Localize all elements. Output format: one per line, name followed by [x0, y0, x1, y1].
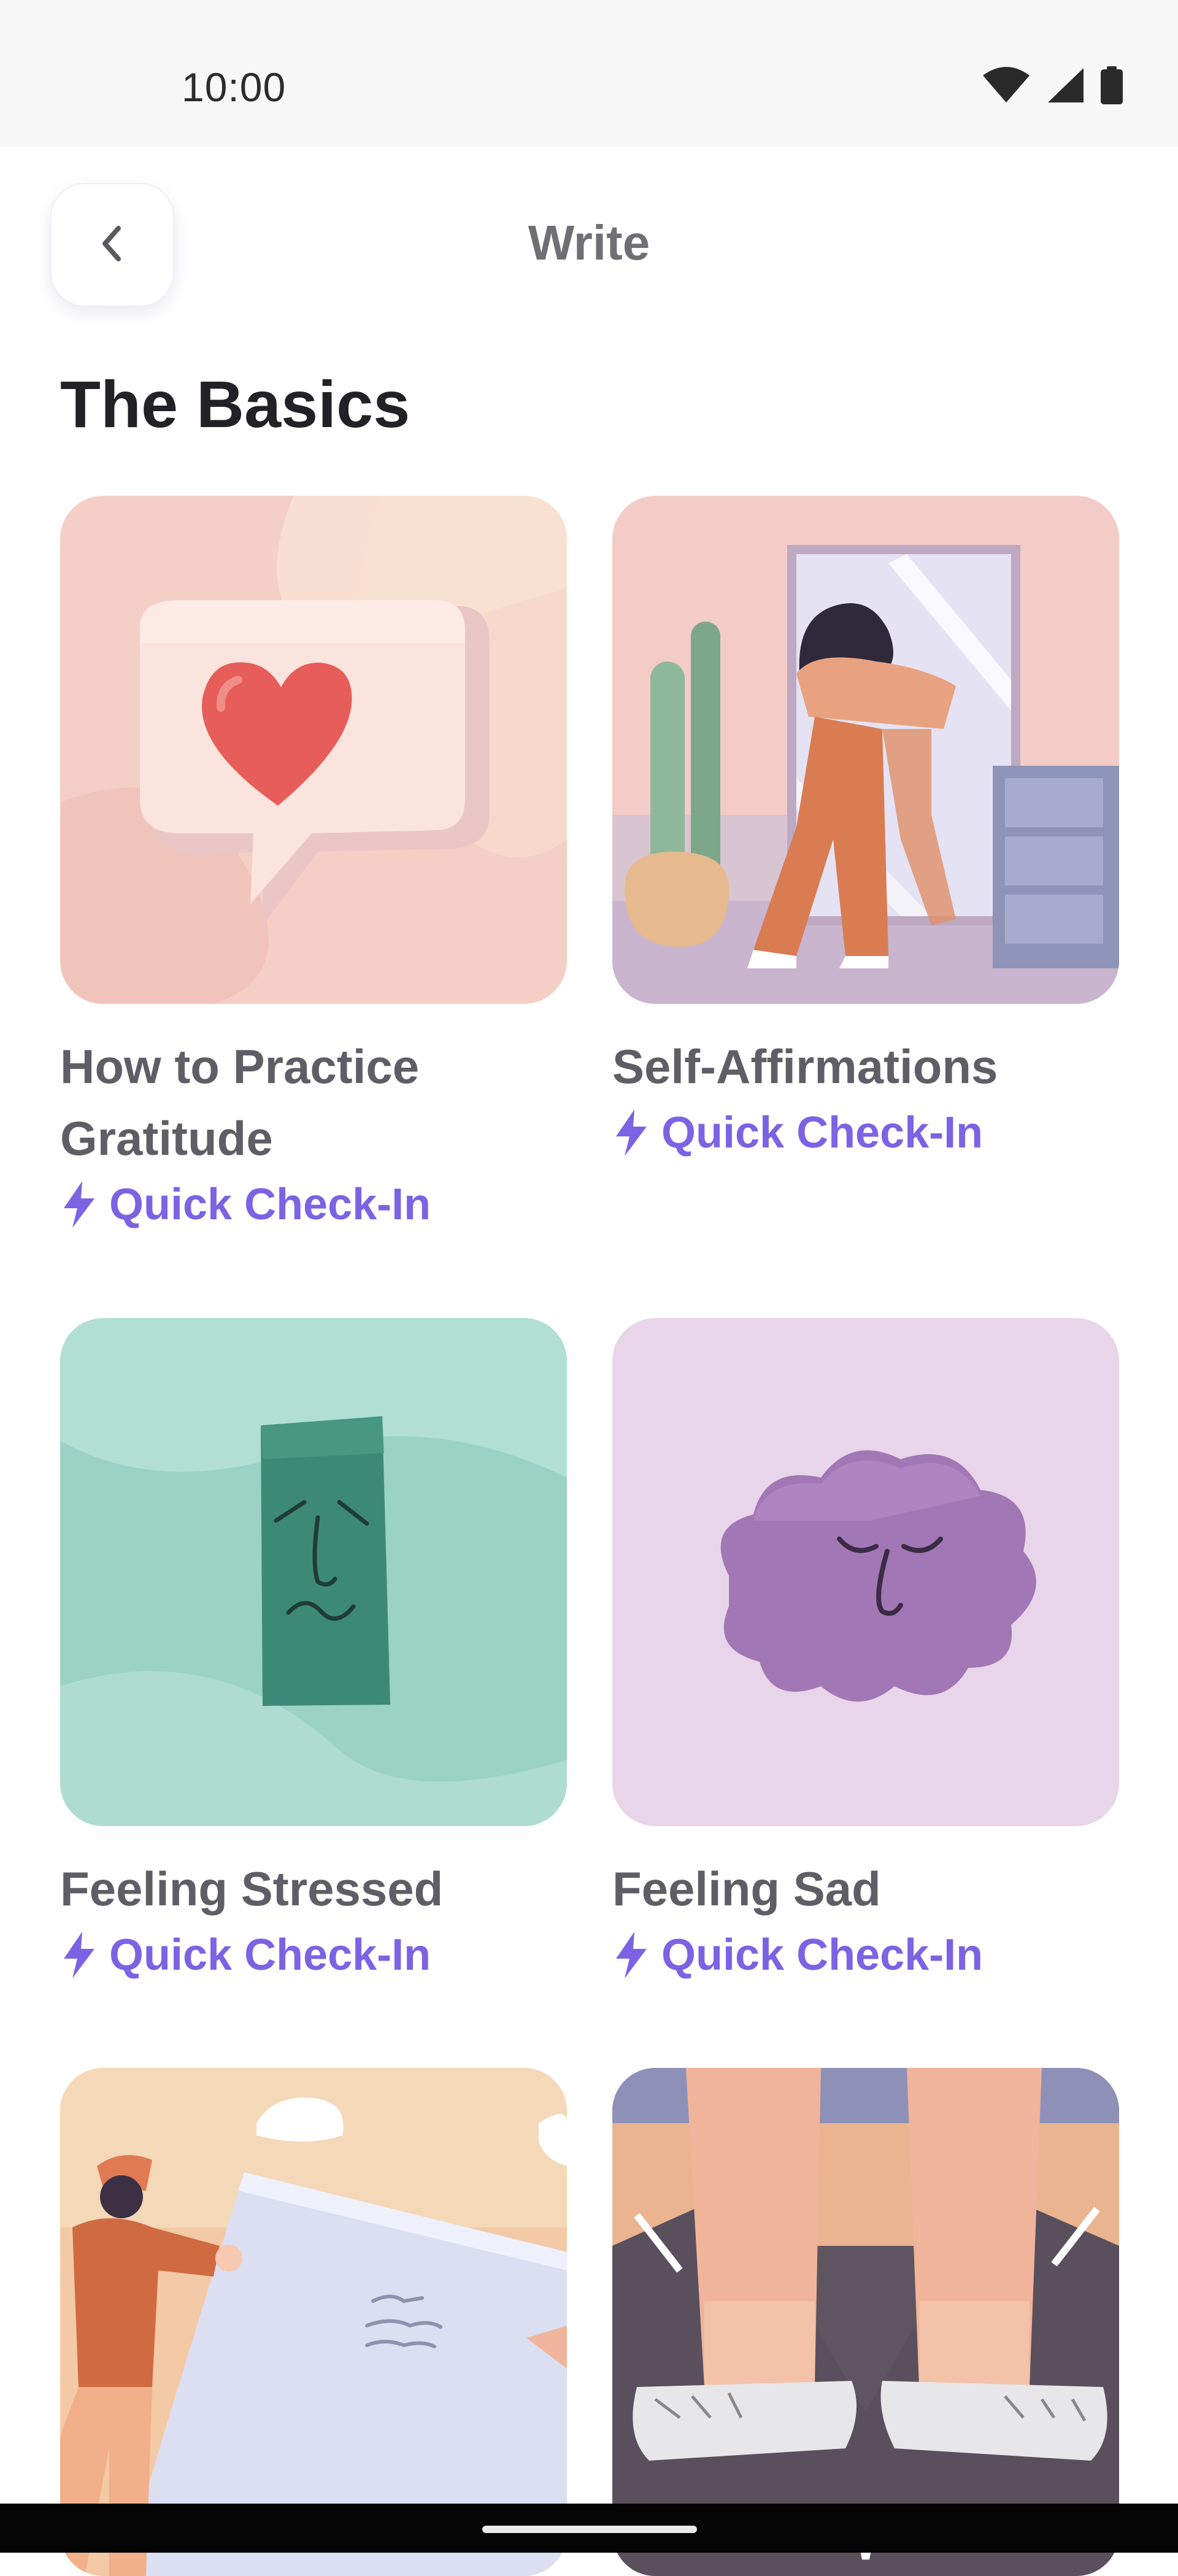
lightning-icon	[60, 1930, 98, 1980]
card-how-to-practice-gratitude[interactable]: How to Practice Gratitude Quick Check-In	[60, 496, 567, 1230]
page-title: Write	[528, 215, 650, 270]
battery-icon	[1101, 66, 1123, 104]
heart-speech-bubble-illustration	[60, 496, 567, 1004]
signal-icon	[1047, 67, 1085, 104]
person-hugging-mirror-illustration	[612, 496, 1119, 1004]
wifi-icon	[982, 67, 1031, 104]
card-feet-on-road[interactable]	[612, 2068, 1119, 2576]
lightning-icon	[612, 1930, 650, 1980]
card-title: Feeling Stressed	[60, 1862, 444, 1916]
stressed-green-block-illustration	[60, 1318, 567, 1826]
card-tag-label: Quick Check-In	[661, 1108, 984, 1157]
quick-check-in-tag: Quick Check-In	[60, 1930, 567, 1980]
card-feeling-sad[interactable]: Feeling Sad Quick Check-In	[612, 1318, 1119, 1980]
feet-on-road-illustration	[612, 2068, 1119, 2576]
status-bar: 10:00	[0, 0, 1178, 147]
home-gesture-handle[interactable]	[482, 2526, 697, 2533]
quick-check-in-tag: Quick Check-In	[612, 1108, 1119, 1158]
card-tag-label: Quick Check-In	[109, 1180, 431, 1229]
card-title: Feeling Sad	[612, 1862, 881, 1916]
person-writing-letter-illustration	[60, 2068, 567, 2576]
card-tag-label: Quick Check-In	[109, 1930, 431, 1980]
status-time: 10:00	[182, 64, 287, 110]
quick-check-in-tag: Quick Check-In	[60, 1179, 567, 1230]
card-title: How to Practice Gratitude	[60, 1039, 420, 1165]
quick-check-in-tag: Quick Check-In	[612, 1930, 1119, 1980]
card-self-affirmations[interactable]: Self-Affirmations Quick Check-In	[612, 496, 1119, 1158]
lightning-icon	[612, 1108, 650, 1157]
sad-purple-cloud-illustration	[612, 1318, 1119, 1826]
card-feeling-stressed[interactable]: Feeling Stressed Quick Check-In	[60, 1318, 567, 1980]
card-title: Self-Affirmations	[612, 1039, 998, 1093]
card-tag-label: Quick Check-In	[661, 1930, 984, 1980]
card-writing-letter[interactable]	[60, 2068, 567, 2576]
lightning-icon	[60, 1180, 98, 1229]
section-title: The Basics	[60, 367, 410, 441]
status-icons	[982, 66, 1123, 104]
